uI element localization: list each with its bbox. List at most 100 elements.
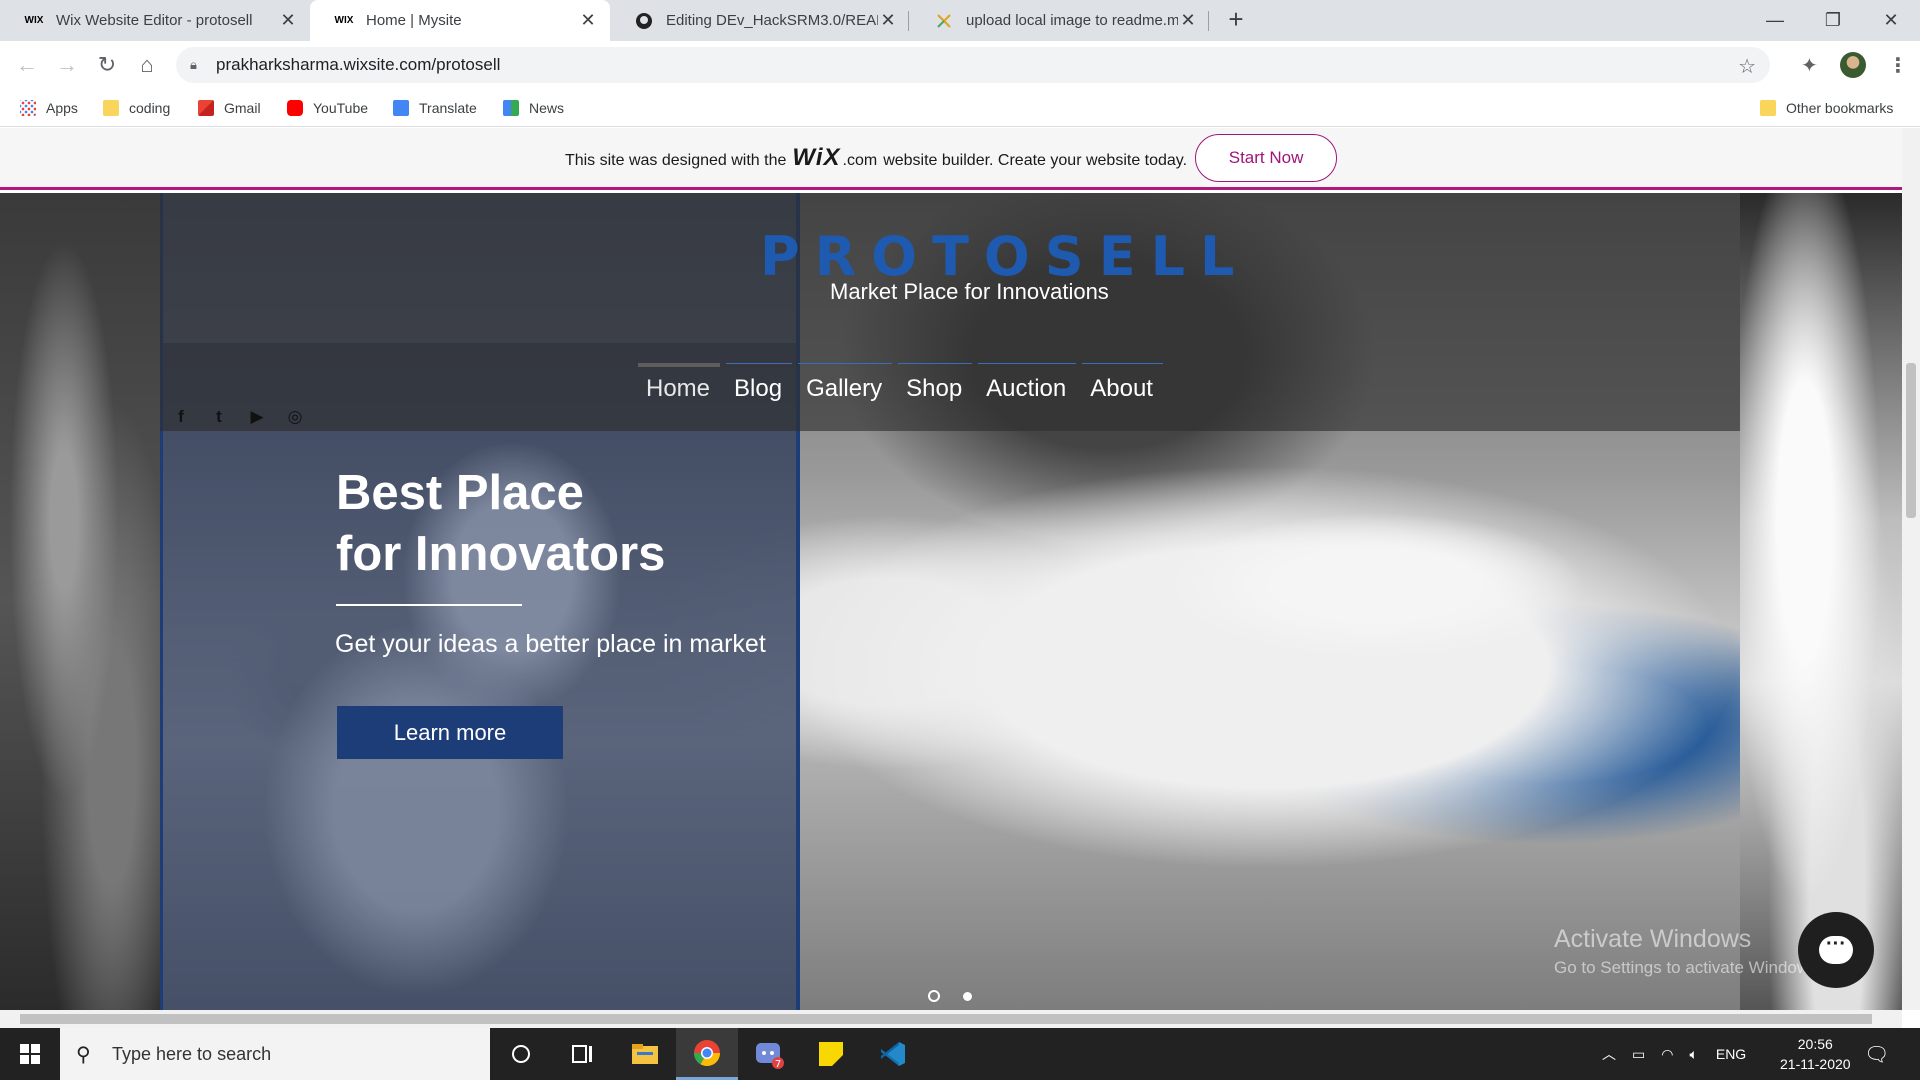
nav-label: Gallery xyxy=(806,375,883,402)
scroll-thumb[interactable] xyxy=(1906,363,1916,518)
wix-banner-text: This site was designed with the WiX .com… xyxy=(565,144,1187,172)
tab-strip: WIX Wix Website Editor - protosell ✕ WIX… xyxy=(0,0,1920,41)
nav-indicator xyxy=(638,363,721,367)
menu-icon[interactable]: ⋮ xyxy=(1888,53,1908,78)
minimize-button[interactable]: — xyxy=(1746,0,1804,41)
avatar[interactable] xyxy=(1840,52,1866,78)
hero-title-line2: for Innovators xyxy=(336,527,666,581)
bookmark-news[interactable]: News xyxy=(503,89,564,127)
stackoverflow-icon xyxy=(934,13,954,29)
wix-ad-banner: This site was designed with the WiX .com… xyxy=(0,128,1902,190)
instagram-icon[interactable]: ◎ xyxy=(284,406,306,428)
vertical-scrollbar[interactable] xyxy=(1902,128,1920,1010)
wifi-icon[interactable]: ◠ xyxy=(1661,1046,1673,1063)
chrome-icon[interactable] xyxy=(676,1028,738,1080)
tab-separator xyxy=(1208,11,1209,31)
activate-windows-title: Activate Windows xyxy=(1554,925,1752,953)
tab-github-editing[interactable]: Editing DEv_HackSRM3.0/READM ✕ xyxy=(610,0,910,41)
nav-shop[interactable]: Shop xyxy=(898,363,973,403)
nav-label: Blog xyxy=(734,375,783,402)
horizontal-scrollbar[interactable] xyxy=(0,1010,1902,1028)
sticky-notes-icon[interactable] xyxy=(800,1028,862,1080)
background-smoke-left xyxy=(0,193,160,1010)
close-icon[interactable]: ✕ xyxy=(878,10,898,31)
start-button[interactable] xyxy=(0,1028,60,1080)
nav-indicator xyxy=(1082,363,1163,364)
screen: WIX Wix Website Editor - protosell ✕ WIX… xyxy=(0,0,1920,1080)
system-tray: ︿ ▭ ◠ 🔈︎ ENG xyxy=(1602,1028,1746,1080)
close-window-button[interactable]: ✕ xyxy=(1862,0,1920,41)
nav-blog[interactable]: Blog xyxy=(726,363,793,403)
language-indicator[interactable]: ENG xyxy=(1716,1046,1746,1062)
twitter-icon[interactable]: t xyxy=(208,406,230,428)
nav-auction[interactable]: Auction xyxy=(978,363,1077,403)
reload-icon[interactable]: ↻ xyxy=(93,51,121,79)
tab-wix-editor[interactable]: WIX Wix Website Editor - protosell ✕ xyxy=(0,0,310,41)
bookmark-label: Apps xyxy=(46,100,78,116)
facebook-icon[interactable]: f xyxy=(170,406,192,428)
bookmark-apps[interactable]: Apps xyxy=(20,89,78,127)
windows-logo-icon xyxy=(20,1044,40,1064)
nav-indicator xyxy=(798,363,893,364)
extensions-icon[interactable]: ✦ xyxy=(1801,53,1818,78)
folder-icon xyxy=(103,100,119,116)
bookmark-label: Other bookmarks xyxy=(1786,100,1894,116)
bookmark-translate[interactable]: Translate xyxy=(393,89,477,127)
hero-divider xyxy=(336,604,522,606)
address-bar[interactable]: 🔒︎ prakharksharma.wixsite.com/protosell … xyxy=(176,47,1770,83)
scroll-thumb[interactable] xyxy=(20,1014,1872,1024)
wix-icon: WIX xyxy=(334,15,354,26)
nav-gallery[interactable]: Gallery xyxy=(798,363,893,403)
back-icon[interactable]: ← xyxy=(13,51,41,79)
news-icon xyxy=(503,100,519,116)
slide-dot-1[interactable] xyxy=(928,990,940,1002)
forward-icon[interactable]: → xyxy=(53,51,81,79)
github-icon xyxy=(634,12,654,29)
clock-time: 20:56 xyxy=(1797,1036,1833,1052)
tab-home-mysite[interactable]: WIX Home | Mysite ✕ xyxy=(310,0,610,41)
taskbar-search[interactable]: ⚲ Type here to search xyxy=(60,1028,490,1080)
bookmark-label: coding xyxy=(129,100,171,116)
chevron-up-icon[interactable]: ︿ xyxy=(1602,1044,1616,1064)
learn-more-button[interactable]: Learn more xyxy=(337,706,563,759)
notification-badge: 7 xyxy=(775,1059,781,1069)
background-smoke-right xyxy=(1740,193,1902,1010)
volume-icon[interactable]: 🔈︎ xyxy=(1689,1046,1697,1063)
chat-icon: ··· xyxy=(1819,934,1853,964)
home-icon[interactable]: ⌂ xyxy=(133,51,161,79)
file-explorer-icon[interactable] xyxy=(614,1028,676,1080)
bookmark-youtube[interactable]: YouTube xyxy=(287,89,368,127)
notification-center-icon[interactable]: 🗨︎ xyxy=(1864,1028,1889,1080)
tab-stackoverflow[interactable]: upload local image to readme.m ✕ xyxy=(910,0,1210,41)
chat-button[interactable]: ··· xyxy=(1798,912,1874,988)
nav-home[interactable]: Home xyxy=(638,363,721,403)
slide-dot-2[interactable] xyxy=(963,992,972,1001)
youtube-icon[interactable]: ▶ xyxy=(246,406,268,428)
close-icon[interactable]: ✕ xyxy=(578,10,598,31)
start-now-button[interactable]: Start Now xyxy=(1195,133,1338,182)
discord-icon[interactable]: 7 xyxy=(738,1028,800,1080)
restore-button[interactable]: ❐ xyxy=(1804,0,1862,41)
hero-title-line1: Best Place xyxy=(336,466,584,520)
browser-toolbar: ← → ↻ ⌂ 🔒︎ prakharksharma.wixsite.com/pr… xyxy=(0,41,1920,89)
taskbar-clock[interactable]: 20:56 21-11-2020 xyxy=(1780,1034,1851,1074)
wix-dotcom: .com xyxy=(842,151,878,169)
nav-about[interactable]: About xyxy=(1082,363,1163,403)
battery-icon[interactable]: ▭ xyxy=(1632,1046,1645,1063)
vscode-icon[interactable] xyxy=(862,1028,924,1080)
bookmark-gmail[interactable]: Gmail xyxy=(198,89,261,127)
youtube-icon xyxy=(287,100,303,116)
lock-icon: 🔒︎ xyxy=(190,57,197,72)
nav-indicator xyxy=(898,363,973,364)
close-icon[interactable]: ✕ xyxy=(278,10,298,31)
bookmark-coding[interactable]: coding xyxy=(103,89,170,127)
search-icon: ⚲ xyxy=(76,1044,91,1066)
nav-indicator xyxy=(726,363,793,364)
bookmark-star-icon[interactable]: ☆ xyxy=(1738,54,1756,79)
nav-label: Auction xyxy=(986,375,1067,402)
other-bookmarks[interactable]: Other bookmarks xyxy=(1760,89,1893,127)
cortana-icon[interactable] xyxy=(490,1028,552,1080)
close-icon[interactable]: ✕ xyxy=(1178,10,1198,31)
new-tab-button[interactable]: + xyxy=(1222,6,1250,34)
task-view-icon[interactable] xyxy=(552,1028,614,1080)
